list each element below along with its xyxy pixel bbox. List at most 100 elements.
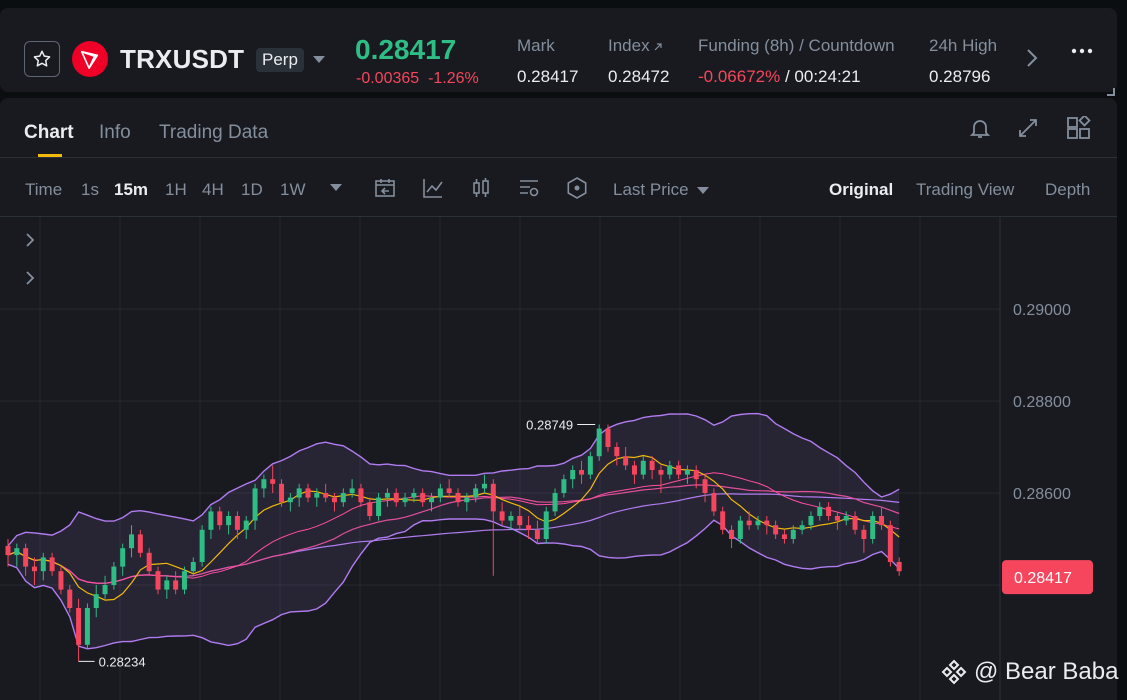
candle-body: [676, 465, 682, 475]
candle-body: [605, 428, 611, 447]
candle-body: [208, 511, 214, 530]
candle-body: [323, 493, 329, 498]
candle-body: [340, 493, 346, 503]
candle-body: [481, 483, 487, 489]
candle-body: [499, 511, 505, 521]
candle-body: [711, 493, 717, 512]
candle-body: [614, 447, 620, 457]
candle-body: [155, 571, 161, 590]
symbol-header: TRXUSDT Perp 0.28417 -0.00365 -1.26% Mar…: [0, 8, 1117, 96]
expand-icon[interactable]: [1016, 116, 1040, 140]
candle-body: [376, 497, 382, 516]
tab-info[interactable]: Info: [99, 122, 131, 144]
interval-4h[interactable]: 4H: [202, 180, 224, 200]
candlestick-chart[interactable]: 0.28749 0.28234 0.29000 0.28800 0.28600 0.284…: [0, 217, 1117, 700]
candle-body: [508, 516, 514, 521]
current-price-label: 0.28417: [1014, 570, 1072, 587]
interval-1d[interactable]: 1D: [241, 180, 263, 200]
last-price: 0.28417: [355, 34, 457, 65]
view-trading-view[interactable]: Trading View: [916, 180, 1014, 200]
favorite-button[interactable]: [24, 41, 60, 77]
stat-label: Funding (8h) / Countdown: [698, 36, 895, 55]
candle-body: [587, 456, 593, 475]
candle-body: [173, 580, 179, 590]
layout-grid-icon[interactable]: [1066, 116, 1092, 142]
more-dots-icon[interactable]: [1071, 48, 1093, 54]
interval-1s[interactable]: 1s: [81, 180, 99, 200]
low-label: 0.28234: [99, 654, 146, 669]
candle-body: [40, 557, 46, 572]
interval-dropdown-icon[interactable]: [330, 184, 342, 192]
tab-chart[interactable]: Chart: [24, 122, 74, 144]
hexagon-settings-icon[interactable]: [565, 176, 589, 200]
candle-type-icon[interactable]: [469, 176, 493, 200]
candle-body: [102, 585, 108, 595]
interval-1w[interactable]: 1W: [280, 180, 306, 200]
chart-settings-icon[interactable]: [517, 176, 541, 200]
price-axis-label: 0.29000: [1013, 302, 1071, 319]
candle-body: [279, 483, 285, 503]
tab-trading-data[interactable]: Trading Data: [159, 122, 268, 144]
candle-body: [349, 488, 355, 493]
chevron-right-icon[interactable]: [1026, 48, 1038, 68]
candle-body: [579, 470, 585, 475]
binance-logo-icon: [941, 659, 967, 685]
candle-body: [76, 608, 82, 645]
candle-body: [270, 479, 276, 484]
candle-body: [93, 594, 99, 608]
candle-body: [799, 525, 805, 530]
chevron-right-icon[interactable]: [26, 271, 35, 285]
mark-price-stat: Mark 0.28417: [517, 36, 578, 87]
candle-body: [314, 493, 320, 498]
indicators-icon[interactable]: [421, 176, 445, 200]
candle-body: [384, 493, 390, 498]
stat-value: 0.28796: [929, 67, 991, 86]
candle-body: [702, 479, 708, 493]
candle-body: [490, 483, 496, 512]
bell-icon[interactable]: [968, 116, 992, 140]
candle-body: [164, 580, 170, 590]
chevron-right-icon[interactable]: [26, 233, 35, 247]
candle-body: [879, 516, 885, 526]
time-label: Time: [25, 180, 63, 199]
view-original[interactable]: Original: [829, 180, 893, 200]
stat-label: Mark: [517, 36, 555, 55]
stat-value: 0.28472: [608, 67, 670, 86]
candle-body: [305, 488, 311, 498]
candle-body: [190, 562, 196, 572]
candle-body: [667, 465, 673, 475]
candle-body: [420, 493, 426, 503]
price-type-select[interactable]: Last Price: [613, 180, 710, 200]
interval-1h[interactable]: 1H: [165, 180, 187, 200]
chevron-down-icon[interactable]: [313, 56, 325, 64]
chevron-down-icon: [697, 187, 710, 194]
index-price-stat[interactable]: Index 0.28472: [608, 36, 669, 87]
candle-body: [561, 479, 567, 493]
candle-body: [120, 548, 126, 567]
symbol-name[interactable]: TRXUSDT: [120, 44, 244, 75]
funding-stat: Funding (8h) / Countdown -0.06672% / 00:…: [698, 36, 895, 87]
price-change: -0.00365 -1.26%: [356, 70, 479, 87]
candle-body: [887, 525, 893, 562]
candle-body: [367, 502, 373, 516]
candle-body: [852, 516, 858, 530]
date-range-icon[interactable]: [373, 176, 397, 200]
candle-body: [808, 516, 814, 526]
candle-body: [261, 479, 267, 489]
price-axis-label: 0.28800: [1013, 394, 1071, 411]
candle-body: [234, 516, 240, 530]
view-depth[interactable]: Depth: [1045, 180, 1090, 200]
candle-body: [129, 534, 135, 549]
candle-body: [296, 488, 302, 498]
bollinger-band-fill: [8, 413, 900, 649]
candle-body: [199, 529, 205, 562]
candle-body: [437, 488, 443, 498]
candle-body: [649, 460, 655, 470]
candle-body: [755, 520, 761, 526]
candle-body: [217, 511, 223, 526]
interval-15m[interactable]: 15m: [114, 180, 148, 200]
candle-body: [111, 566, 117, 585]
candle-body: [570, 470, 576, 480]
candle-body: [137, 534, 143, 553]
candle-body: [146, 552, 152, 572]
